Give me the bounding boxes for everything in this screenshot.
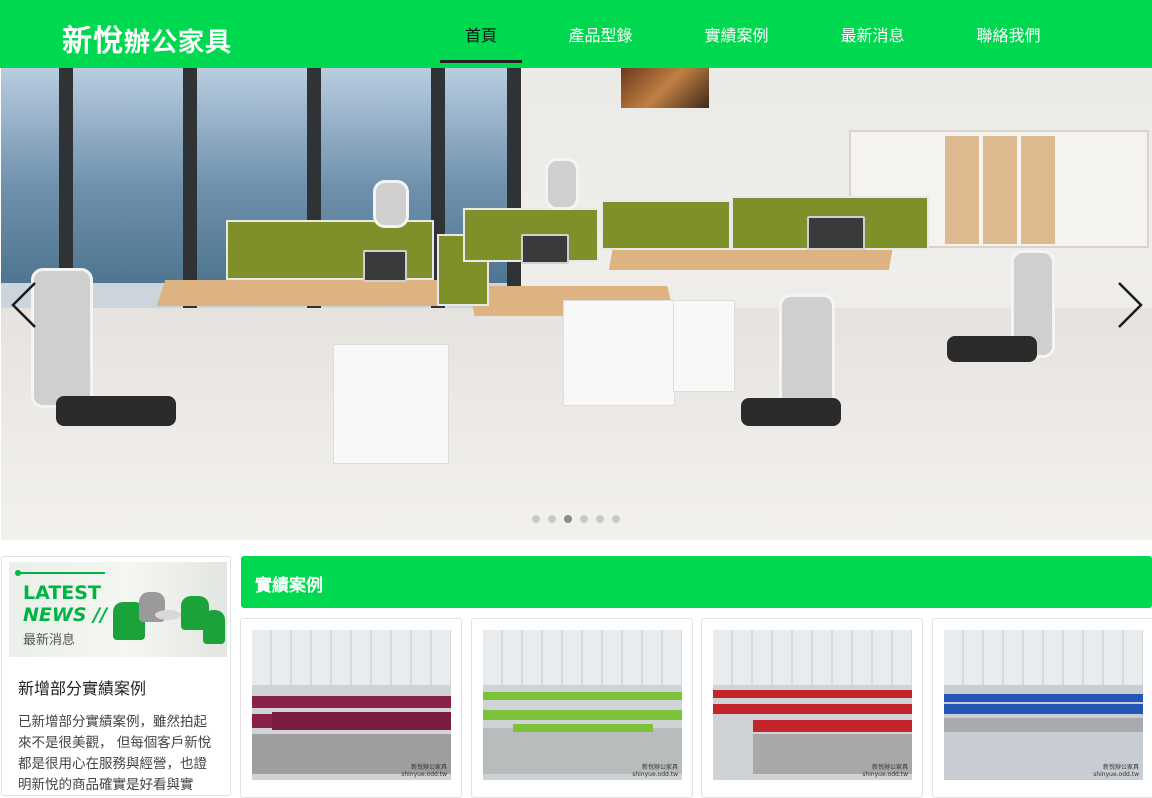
case-watermark-3b: shinyue.odd.tw	[862, 771, 908, 778]
carousel-dot-3[interactable]	[564, 515, 572, 523]
banner-news-text: NEWS //	[23, 604, 108, 626]
carousel-dot-4[interactable]	[580, 515, 588, 523]
case-watermark-1a: 新悅辦公家具	[410, 764, 447, 771]
banner-latest-text: LATEST	[23, 582, 101, 604]
nav-home[interactable]: 首頁	[440, 0, 522, 68]
logo-main-text: 新悅	[62, 24, 124, 59]
case-watermark-3a: 新悅辦公家具	[871, 764, 908, 771]
news-headline[interactable]: 新增部分實績案例	[18, 675, 146, 699]
carousel-dot-1[interactable]	[532, 515, 540, 523]
main-nav: 首頁 產品型錄 實績案例 最新消息 聯絡我們	[440, 0, 1066, 68]
site-logo[interactable]: 新悅辦公家具	[62, 16, 232, 60]
case-watermark-2a: 新悅辦公家具	[641, 764, 678, 771]
carousel-dot-2[interactable]	[548, 515, 556, 523]
case-card-3[interactable]: 新悅辦公家具 shinyue.odd.tw	[701, 618, 923, 798]
case-thumbnail-3: 新悅辦公家具 shinyue.odd.tw	[713, 630, 912, 780]
hero-carousel	[1, 68, 1152, 540]
nav-news[interactable]: 最新消息	[794, 0, 951, 68]
case-watermark-4b: shinyue.odd.tw	[1093, 771, 1139, 778]
latest-news-card[interactable]: LATEST NEWS // 最新消息 新增部分實績案例 已新增部分實績案例，雖…	[1, 556, 231, 796]
banner-news-zh-text: 最新消息	[23, 633, 76, 648]
chevron-right-icon[interactable]	[1115, 280, 1145, 330]
carousel-dot-5[interactable]	[596, 515, 604, 523]
case-card-1[interactable]: 新悅辦公家具 shinyue.odd.tw	[240, 618, 462, 798]
cases-section-header: 實績案例	[241, 556, 1152, 608]
latest-news-banner: LATEST NEWS // 最新消息	[9, 562, 227, 657]
case-watermark-2b: shinyue.odd.tw	[632, 771, 678, 778]
nav-contact[interactable]: 聯絡我們	[951, 0, 1066, 68]
chevron-left-icon[interactable]	[9, 280, 39, 330]
nav-cases[interactable]: 實績案例	[679, 0, 794, 68]
case-thumbnail-2: 新悅辦公家具 shinyue.odd.tw	[483, 630, 682, 780]
nav-products[interactable]: 產品型錄	[522, 0, 679, 68]
news-excerpt: 已新增部分實績案例，雖然拍起來不是很美觀， 但每個客戶新悅都是很用心在服務與經營…	[18, 714, 212, 793]
top-navbar: 新悅辦公家具 首頁 產品型錄 實績案例 最新消息 聯絡我們	[0, 0, 1152, 68]
case-watermark-1b: shinyue.odd.tw	[401, 771, 447, 778]
carousel-dot-6[interactable]	[612, 515, 620, 523]
case-watermark-4a: 新悅辦公家具	[1102, 764, 1139, 771]
case-thumbnail-4: 新悅辦公家具 shinyue.odd.tw	[944, 630, 1143, 780]
case-card-4[interactable]: 新悅辦公家具 shinyue.odd.tw	[932, 618, 1152, 798]
case-card-2[interactable]: 新悅辦公家具 shinyue.odd.tw	[471, 618, 693, 798]
carousel-indicators	[532, 515, 620, 523]
case-thumbnail-1: 新悅辦公家具 shinyue.odd.tw	[252, 630, 451, 780]
cases-section-title: 實績案例	[255, 576, 323, 596]
logo-sub-text: 辦公家具	[124, 28, 233, 58]
